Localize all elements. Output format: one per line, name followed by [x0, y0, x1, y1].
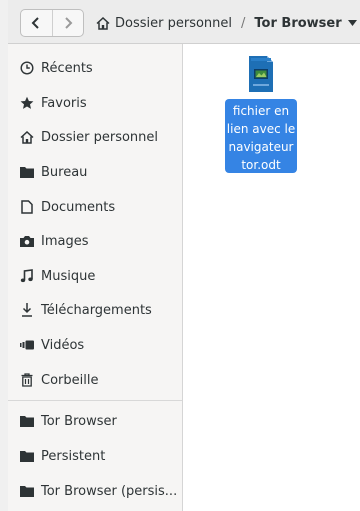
- sidebar-divider: [8, 400, 182, 401]
- sidebar-item-label: Téléchargements: [41, 302, 152, 318]
- file-name-line: tor.odt: [241, 158, 281, 172]
- breadcrumb-current[interactable]: Tor Browser: [254, 16, 360, 31]
- odt-document-icon: [249, 56, 273, 92]
- back-button[interactable]: [21, 10, 52, 36]
- breadcrumb: Dossier personnel / Tor Browser: [96, 10, 360, 36]
- navigation-buttons: [20, 9, 84, 37]
- chevron-right-icon: [65, 17, 73, 29]
- breadcrumb-separator: /: [241, 15, 246, 31]
- sidebar-item-favoris[interactable]: Favoris: [8, 88, 182, 118]
- sidebar-item-musique[interactable]: Musique: [8, 261, 182, 291]
- sidebar-item-documents[interactable]: Documents: [8, 192, 182, 222]
- sidebar-item-bureau[interactable]: Bureau: [8, 157, 182, 187]
- document-icon: [20, 200, 34, 214]
- file-view: fichier en lien avec le navigateur tor.o…: [183, 44, 360, 511]
- sidebar-item-images[interactable]: Images: [8, 226, 182, 256]
- file-name-line: navigateur: [228, 140, 294, 154]
- camera-icon: [20, 234, 34, 248]
- header-bar: Dossier personnel / Tor Browser: [8, 0, 360, 44]
- trash-icon: [20, 373, 34, 387]
- triangle-down-icon: [347, 20, 357, 26]
- sidebar-item-label: Tor Browser (persis...: [41, 483, 178, 499]
- home-icon: [20, 130, 34, 144]
- sidebar-item-label: Documents: [41, 199, 116, 215]
- video-icon: [20, 338, 34, 352]
- breadcrumb-home-label: Dossier personnel: [115, 15, 233, 31]
- file-name-line: fichier en: [232, 104, 290, 118]
- sidebar-item-label: Tor Browser: [41, 413, 117, 429]
- folder-icon: [20, 449, 34, 463]
- sidebar-item-label: Vidéos: [41, 337, 85, 353]
- folder-icon: [20, 484, 34, 498]
- sidebar-item-corbeille[interactable]: Corbeille: [8, 365, 182, 395]
- sidebar-item-label: Bureau: [41, 164, 88, 180]
- sidebar-item-label: Favoris: [41, 95, 87, 111]
- sidebar-item-persistent[interactable]: Persistent: [8, 441, 182, 471]
- sidebar-item-label: Images: [41, 233, 89, 249]
- file-name-label: fichier en lien avec le navigateur tor.o…: [225, 99, 297, 173]
- sidebar-item-label: Récents: [41, 60, 93, 76]
- sidebar-item-label: Corbeille: [41, 372, 99, 388]
- sidebar-item-tor-browser-persistent[interactable]: Tor Browser (persis...: [8, 476, 182, 506]
- sidebar-item-telechargements[interactable]: Téléchargements: [8, 295, 182, 325]
- file-name-line: lien avec le: [226, 122, 296, 136]
- clock-icon: [20, 61, 34, 75]
- home-icon: [96, 16, 110, 30]
- folder-icon: [20, 414, 34, 428]
- breadcrumb-current-label: Tor Browser: [254, 15, 342, 31]
- sidebar-item-label: Dossier personnel: [41, 129, 159, 145]
- forward-button[interactable]: [51, 10, 84, 36]
- breadcrumb-home[interactable]: Dossier personnel: [96, 16, 232, 31]
- window-edge: [0, 0, 8, 511]
- sidebar-item-label: Persistent: [41, 448, 106, 464]
- folder-icon: [20, 165, 34, 179]
- sidebar-item-recents[interactable]: Récents: [8, 53, 182, 83]
- sidebar-item-videos[interactable]: Vidéos: [8, 330, 182, 360]
- star-icon: [20, 96, 34, 110]
- sidebar-item-tor-browser[interactable]: Tor Browser: [8, 406, 182, 436]
- chevron-left-icon: [31, 17, 39, 29]
- music-icon: [20, 269, 34, 283]
- sidebar-item-dossier-personnel[interactable]: Dossier personnel: [8, 122, 182, 152]
- sidebar: Récents Favoris Dossier personnel Bureau…: [8, 44, 183, 511]
- download-icon: [20, 303, 34, 317]
- sidebar-item-label: Musique: [41, 268, 96, 284]
